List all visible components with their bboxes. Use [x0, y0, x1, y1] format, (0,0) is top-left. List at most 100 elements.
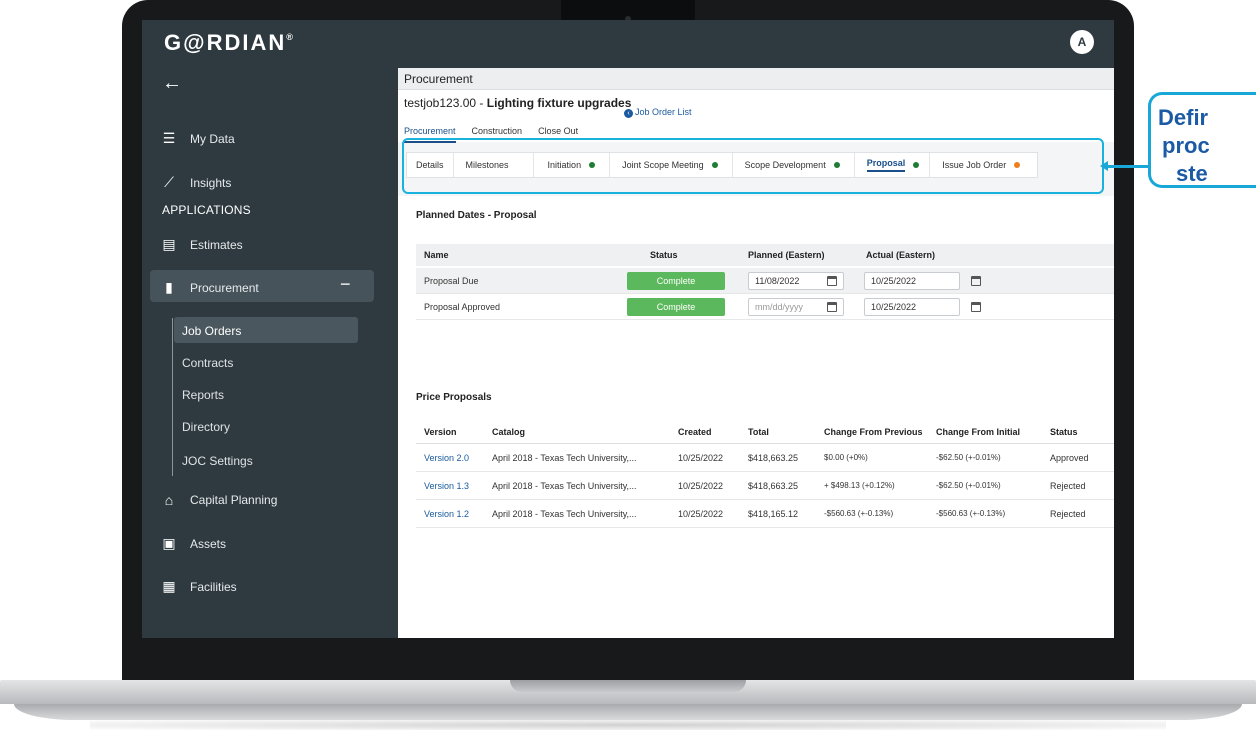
back-circle-icon: ‹: [624, 109, 633, 118]
table-row: Proposal Due Complete 11/08/2022 10/25/2…: [416, 268, 1114, 294]
change-previous-cell: $0.00 (+0%): [824, 453, 868, 462]
clipboard-icon: ▣: [162, 535, 176, 551]
col-status: Status: [1050, 427, 1078, 437]
building-icon: ▦: [162, 578, 176, 594]
database-icon: ☰: [162, 130, 176, 146]
calendar-icon[interactable]: [827, 302, 837, 312]
page-title-bar: Procurement: [398, 68, 1114, 90]
calendar-icon[interactable]: [971, 276, 981, 286]
sidebar-subitem-job-orders[interactable]: Job Orders: [182, 324, 241, 338]
laptop-chin: [142, 638, 1114, 680]
sidebar-item-label: Procurement: [190, 280, 259, 295]
laptop-hinge: [510, 680, 746, 692]
job-title: testjob123.00 - Lighting fixture upgrade…: [404, 96, 632, 110]
avatar[interactable]: A: [1070, 30, 1094, 54]
gordian-logo[interactable]: G@RDIAN®: [164, 30, 293, 56]
callout-arrow-head: [1100, 161, 1108, 171]
catalog-cell: April 2018 - Texas Tech University,...: [492, 509, 637, 519]
col-actual: Actual (Eastern): [866, 250, 936, 260]
sidebar-subitem-joc-settings[interactable]: JOC Settings: [182, 454, 253, 468]
bank-icon: ⌂: [164, 492, 174, 508]
callout-text: Defir proc ste: [1158, 104, 1256, 188]
calendar-icon[interactable]: [827, 276, 837, 286]
row-name: Proposal Due: [424, 276, 479, 286]
table-row: Proposal Approved Complete mm/dd/yyyy 10…: [416, 294, 1114, 320]
sidebar-item-facilities[interactable]: ▦ Facilities: [160, 578, 237, 595]
planned-table-header: Name Status Planned (Eastern) Actual (Ea…: [416, 244, 1114, 266]
submenu-line: [172, 318, 173, 476]
sidebar-item-estimates[interactable]: ▤ Estimates: [160, 236, 243, 253]
calculator-icon: ▤: [162, 236, 176, 252]
sidebar-subitem-reports[interactable]: Reports: [182, 388, 224, 402]
status-cell: Approved: [1050, 453, 1089, 463]
total-cell: $418,663.25: [748, 453, 799, 463]
sidebar-item-insights[interactable]: ⟋ Insights: [160, 174, 231, 191]
collapse-icon[interactable]: −: [340, 274, 351, 295]
table-row[interactable]: Version 2.0 April 2018 - Texas Tech Univ…: [416, 444, 1114, 472]
planned-dates-title: Planned Dates - Proposal: [416, 210, 537, 221]
back-arrow-icon[interactable]: ←: [162, 72, 182, 95]
sidebar-item-my-data[interactable]: ☰ My Data: [160, 130, 235, 147]
applications-section-label: APPLICATIONS: [162, 203, 251, 217]
sidebar-item-assets[interactable]: ▣ Assets: [160, 535, 226, 552]
catalog-cell: April 2018 - Texas Tech University,...: [492, 481, 637, 491]
total-cell: $418,663.25: [748, 481, 799, 491]
col-status: Status: [650, 250, 678, 260]
price-proposals-panel: Price Proposals Version Catalog Created …: [398, 358, 1114, 638]
job-header: testjob123.00 - Lighting fixture upgrade…: [398, 90, 1114, 143]
chart-line-icon: ⟋: [164, 174, 174, 190]
col-catalog: Catalog: [492, 427, 526, 437]
actual-date-input[interactable]: 10/25/2022: [864, 272, 981, 290]
change-initial-cell: -$560.63 (+-0.13%): [936, 509, 1006, 518]
col-created: Created: [678, 427, 712, 437]
sidebar-item-label: Capital Planning: [190, 493, 278, 507]
created-cell: 10/25/2022: [678, 509, 724, 519]
callout-arrow: [1106, 165, 1148, 168]
sidebar-item-capital-planning[interactable]: ⌂ Capital Planning: [160, 492, 278, 508]
created-cell: 10/25/2022: [678, 453, 724, 463]
sidebar-item-label: Assets: [190, 536, 227, 551]
app-screen: G@RDIAN® A ← ☰ My Data ⟋ Insights APPLIC…: [142, 20, 1114, 638]
price-proposals-title: Price Proposals: [416, 392, 492, 403]
sidebar: ← ☰ My Data ⟋ Insights APPLICATIONS ▤ Es…: [142, 68, 398, 638]
planned-dates-panel: Planned Dates - Proposal Name Status Pla…: [398, 196, 1114, 358]
status-cell: Rejected: [1050, 509, 1086, 519]
sidebar-item-label: Estimates: [190, 237, 243, 252]
planned-date-input[interactable]: 11/08/2022: [748, 272, 844, 290]
callout-line-2: proc: [1162, 133, 1210, 158]
sidebar-item-label: Facilities: [190, 579, 237, 594]
actual-date-input[interactable]: 10/25/2022: [864, 298, 981, 316]
sidebar-subitem-directory[interactable]: Directory: [182, 420, 230, 434]
sidebar-item-label: My Data: [190, 131, 235, 146]
created-cell: 10/25/2022: [678, 481, 724, 491]
callout-line-1: Defir: [1158, 105, 1209, 130]
col-planned: Planned (Eastern): [748, 250, 825, 260]
price-table-header: Version Catalog Created Total Change Fro…: [416, 420, 1114, 444]
top-bar: G@RDIAN® A: [142, 20, 1114, 68]
col-change-initial: Change From Initial: [936, 427, 1021, 437]
table-row[interactable]: Version 1.2 April 2018 - Texas Tech Univ…: [416, 500, 1114, 528]
version-link[interactable]: Version 1.2: [424, 500, 469, 528]
change-initial-cell: -$62.50 (+-0.01%): [936, 481, 1001, 490]
catalog-cell: April 2018 - Texas Tech University,...: [492, 453, 637, 463]
total-cell: $418,165.12: [748, 509, 799, 519]
document-icon: ▮: [165, 279, 173, 295]
status-cell: Rejected: [1050, 481, 1086, 491]
col-name: Name: [424, 250, 449, 260]
calendar-icon[interactable]: [971, 302, 981, 312]
laptop-base-lip: [14, 704, 1242, 720]
version-link[interactable]: Version 2.0: [424, 444, 469, 472]
change-previous-cell: -$560.63 (+-0.13%): [824, 509, 894, 518]
col-total: Total: [748, 427, 769, 437]
sidebar-item-procurement[interactable]: ▮ Procurement: [160, 279, 259, 296]
callout-line-3: ste: [1176, 161, 1208, 186]
table-row[interactable]: Version 1.3 April 2018 - Texas Tech Univ…: [416, 472, 1114, 500]
status-badge: Complete: [627, 272, 725, 290]
sidebar-subitem-contracts[interactable]: Contracts: [182, 356, 233, 370]
job-order-list-link[interactable]: ‹ Job Order List: [624, 107, 692, 118]
planned-date-input[interactable]: mm/dd/yyyy: [748, 298, 844, 316]
version-link[interactable]: Version 1.3: [424, 472, 469, 500]
stepper-highlight-box: [402, 138, 1104, 194]
col-version: Version: [424, 427, 457, 437]
status-badge: Complete: [627, 298, 725, 316]
